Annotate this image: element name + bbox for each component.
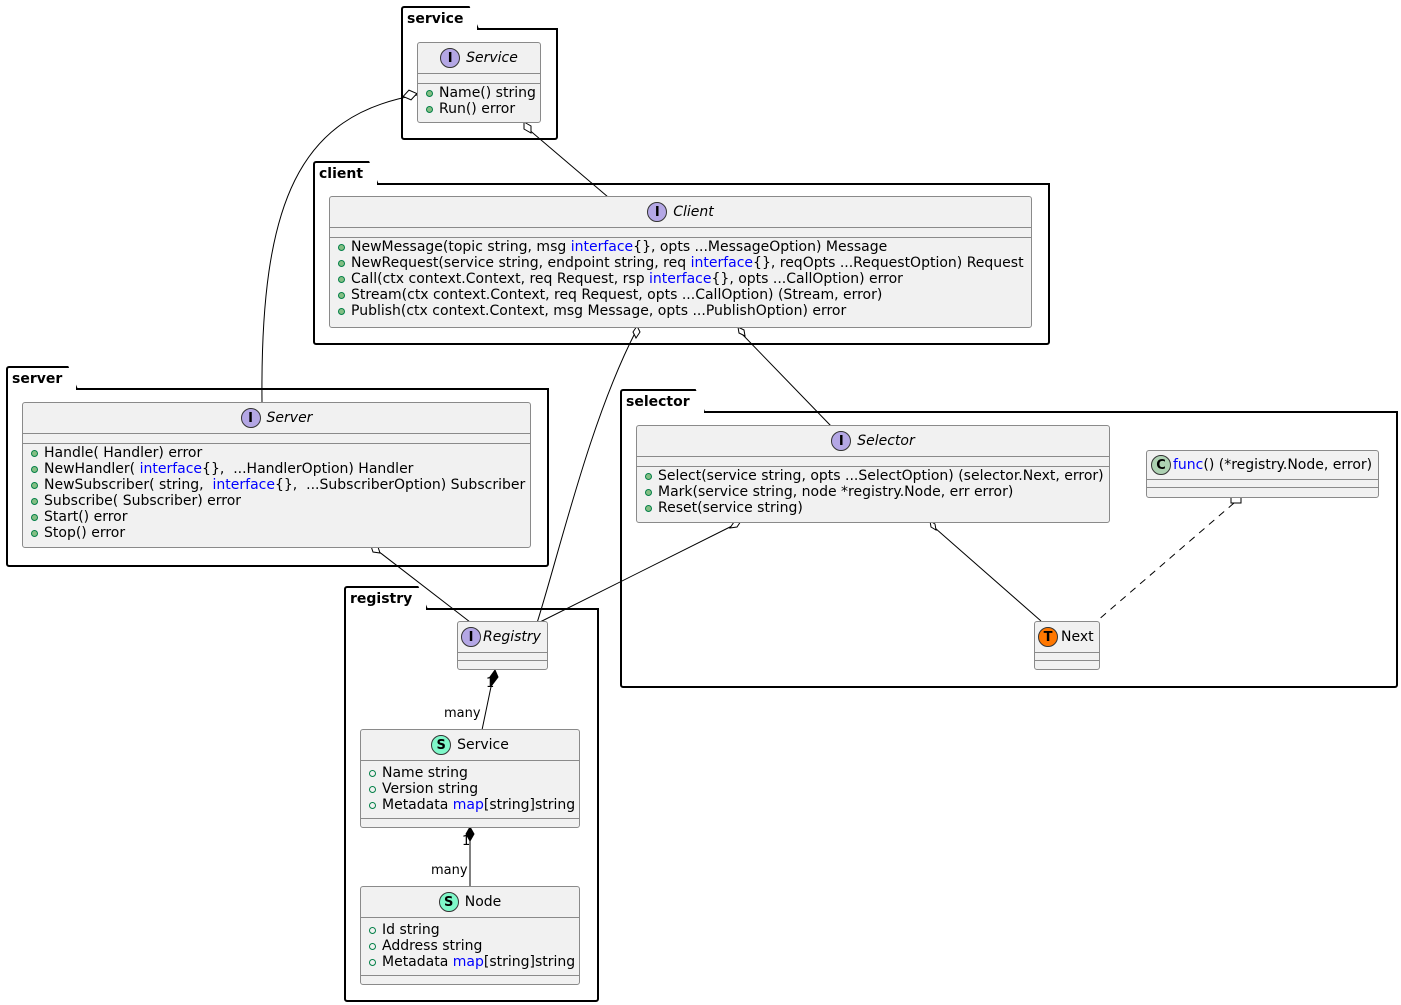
multiplicity-service-many: many (431, 863, 468, 878)
class-func[interactable]: C func() (*registry.Node, error) (1146, 450, 1379, 498)
multiplicity-service-1: 1 (462, 834, 471, 849)
package-client-label: client (313, 161, 379, 185)
field-row: Name string (369, 765, 573, 781)
struct-badge-icon: S (431, 735, 452, 755)
public-method-icon (31, 481, 38, 489)
struct-badge-icon: S (438, 892, 459, 912)
public-field-icon (369, 942, 376, 950)
member-row: NewHandler( interface {}, ...HandlerOptio… (31, 461, 524, 477)
type-next[interactable]: T Next (1034, 621, 1100, 670)
public-method-icon (426, 105, 433, 113)
interface-badge-icon: I (647, 202, 668, 222)
interface-server[interactable]: I Server Handle( Handler) error NewHandl… (22, 402, 531, 548)
member-row: Run() error (426, 101, 534, 117)
public-method-icon (645, 488, 652, 496)
member-row: Stream(ctx context.Context, req Request,… (338, 287, 1025, 303)
class-name-keyword: func (1173, 457, 1204, 473)
class-name: Selector (857, 433, 915, 449)
public-method-icon (338, 243, 345, 251)
public-method-icon (338, 259, 345, 267)
public-field-icon (369, 785, 376, 793)
interface-registry[interactable]: I Registry (457, 621, 548, 670)
public-method-icon (31, 497, 38, 505)
member-row: Subscribe( Subscriber) error (31, 493, 524, 509)
public-method-icon (645, 472, 652, 480)
field-row: Address string (369, 938, 573, 954)
public-method-icon (31, 513, 38, 521)
public-field-icon (369, 769, 376, 777)
member-row: NewMessage(topic string, msg interface{}… (338, 239, 1025, 255)
class-name: Server (266, 410, 313, 426)
class-name: Client (673, 204, 714, 220)
package-server-label: server (6, 366, 78, 390)
package-selector-label: selector (620, 389, 706, 413)
field-row: Metadata map [string]string (369, 797, 575, 813)
public-method-icon (645, 504, 652, 512)
field-row: Version string (369, 781, 573, 797)
class-name: Node (464, 894, 502, 910)
field-row: Id string (369, 922, 573, 938)
member-row: Publish(ctx context.Context, msg Message… (338, 303, 1025, 319)
public-field-icon (369, 801, 376, 809)
member-row: Handle( Handler) error (31, 445, 524, 461)
public-method-icon (338, 307, 345, 315)
member-row: NewRequest(service string, endpoint stri… (338, 255, 1025, 271)
interface-service[interactable]: I Service Name() string Run() error (417, 42, 541, 123)
member-row: Start() error (31, 509, 524, 525)
member-row: Stop() error (31, 525, 524, 541)
member-row: Name() string (426, 85, 536, 101)
public-method-icon (338, 291, 345, 299)
interface-client[interactable]: I Client NewMessage(topic string, msg in… (329, 196, 1032, 328)
interface-badge-icon: I (240, 408, 261, 428)
interface-badge-icon: I (440, 48, 461, 68)
class-name: Service (466, 50, 518, 66)
interface-badge-icon: I (461, 627, 481, 647)
class-badge-icon: C (1151, 455, 1171, 475)
class-name: Registry (483, 629, 541, 645)
interface-selector[interactable]: I Selector Select(service string, opts .… (636, 425, 1110, 523)
public-method-icon (426, 89, 433, 97)
class-name: Next (1061, 629, 1094, 645)
field-row: Metadata map [string]string (369, 954, 575, 970)
member-row: Reset(service string) (645, 500, 1103, 516)
multiplicity-registry-1: 1 (486, 676, 495, 691)
class-name: () (*registry.Node, error) (1203, 457, 1373, 473)
type-badge-icon: T (1038, 627, 1058, 647)
member-row: Mark(service string, node *registry.Node… (645, 484, 1103, 500)
public-method-icon (338, 275, 345, 283)
member-row: Call(ctx context.Context, req Request, r… (338, 271, 1025, 287)
public-field-icon (369, 926, 376, 934)
public-method-icon (31, 449, 38, 457)
public-field-icon (369, 958, 376, 966)
struct-service[interactable]: S Service Name string Version string Met… (360, 729, 580, 828)
struct-node[interactable]: S Node Id string Address string Metadata… (360, 886, 580, 985)
member-row: Select(service string, opts ...SelectOpt… (645, 468, 1104, 484)
multiplicity-registry-many: many (444, 706, 481, 721)
package-registry-label: registry (344, 586, 428, 610)
interface-badge-icon: I (831, 431, 852, 451)
public-method-icon (31, 529, 38, 537)
class-name: Service (457, 737, 509, 753)
public-method-icon (31, 465, 38, 473)
member-row: NewSubscriber( string, interface {}, ...S… (31, 477, 525, 493)
package-service-label: service (401, 6, 479, 30)
